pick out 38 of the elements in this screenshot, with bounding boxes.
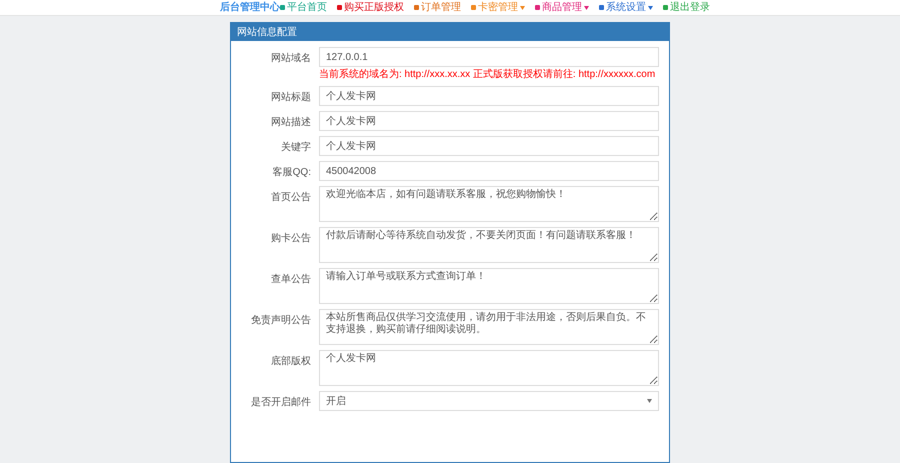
nav-icon (471, 5, 476, 10)
text-area[interactable]: 个人发卡网 (319, 350, 659, 386)
text-area[interactable]: 欢迎光临本店，如有问题请联系客服，祝您购物愉快！ (319, 186, 659, 222)
nav-icon (535, 5, 540, 10)
nav-link[interactable]: 购买正版授权 (337, 0, 404, 15)
caret-icon (584, 6, 589, 10)
text-input[interactable]: 个人发卡网 (319, 111, 659, 131)
caret-icon (648, 6, 653, 10)
select-dropdown[interactable]: 开启 (319, 391, 659, 411)
panel-title: 网站信息配置 (237, 26, 297, 40)
field-label: 免责声明公告 (250, 314, 311, 328)
text-input[interactable]: 127.0.0.1 (319, 47, 659, 67)
field-label: 底部版权 (270, 354, 311, 369)
text-area[interactable]: 本站所售商品仅供学习交流使用，请勿用于非法用途，否则后果自负。不支持退换，购买前请仔细阅读说明。 (319, 309, 659, 345)
field-label: 购卡公告 (270, 232, 311, 246)
text-input[interactable]: 个人发卡网 (319, 136, 659, 156)
nav-icon (599, 5, 604, 10)
caret-icon (647, 399, 652, 403)
text-input[interactable]: 450042008 (319, 161, 659, 181)
field-label: 网站域名 (270, 52, 311, 66)
nav-link[interactable]: 商品管理 (535, 0, 589, 15)
field-label: 关键字 (280, 140, 311, 155)
nav-icon (280, 5, 285, 10)
field-label: 查单公告 (270, 272, 311, 287)
field-label: 网站描述 (270, 116, 311, 130)
nav-icon (414, 5, 419, 10)
field-label: 网站标题 (270, 90, 311, 105)
field-label: 客服QQ: (272, 166, 311, 180)
hint-text: 当前系统的域名为: http://xxx.xx.xx 正式版获取授权请前往: http://xxxxxx.com (319, 69, 656, 81)
text-input[interactable]: 个人发卡网 (319, 86, 659, 106)
text-area[interactable]: 请输入订单号或联系方式查询订单！ (319, 268, 659, 304)
field-label: 首页公告 (270, 190, 311, 205)
nav-icon (337, 5, 342, 10)
text-area[interactable]: 付款后请耐心等待系统自动发货，不要关闭页面！有问题请联系客服！ (319, 227, 659, 263)
nav-icon (663, 5, 668, 10)
caret-icon (520, 6, 525, 10)
field-label: 是否开启邮件 (250, 396, 311, 410)
nav-link[interactable]: 系统设置 (599, 0, 653, 15)
